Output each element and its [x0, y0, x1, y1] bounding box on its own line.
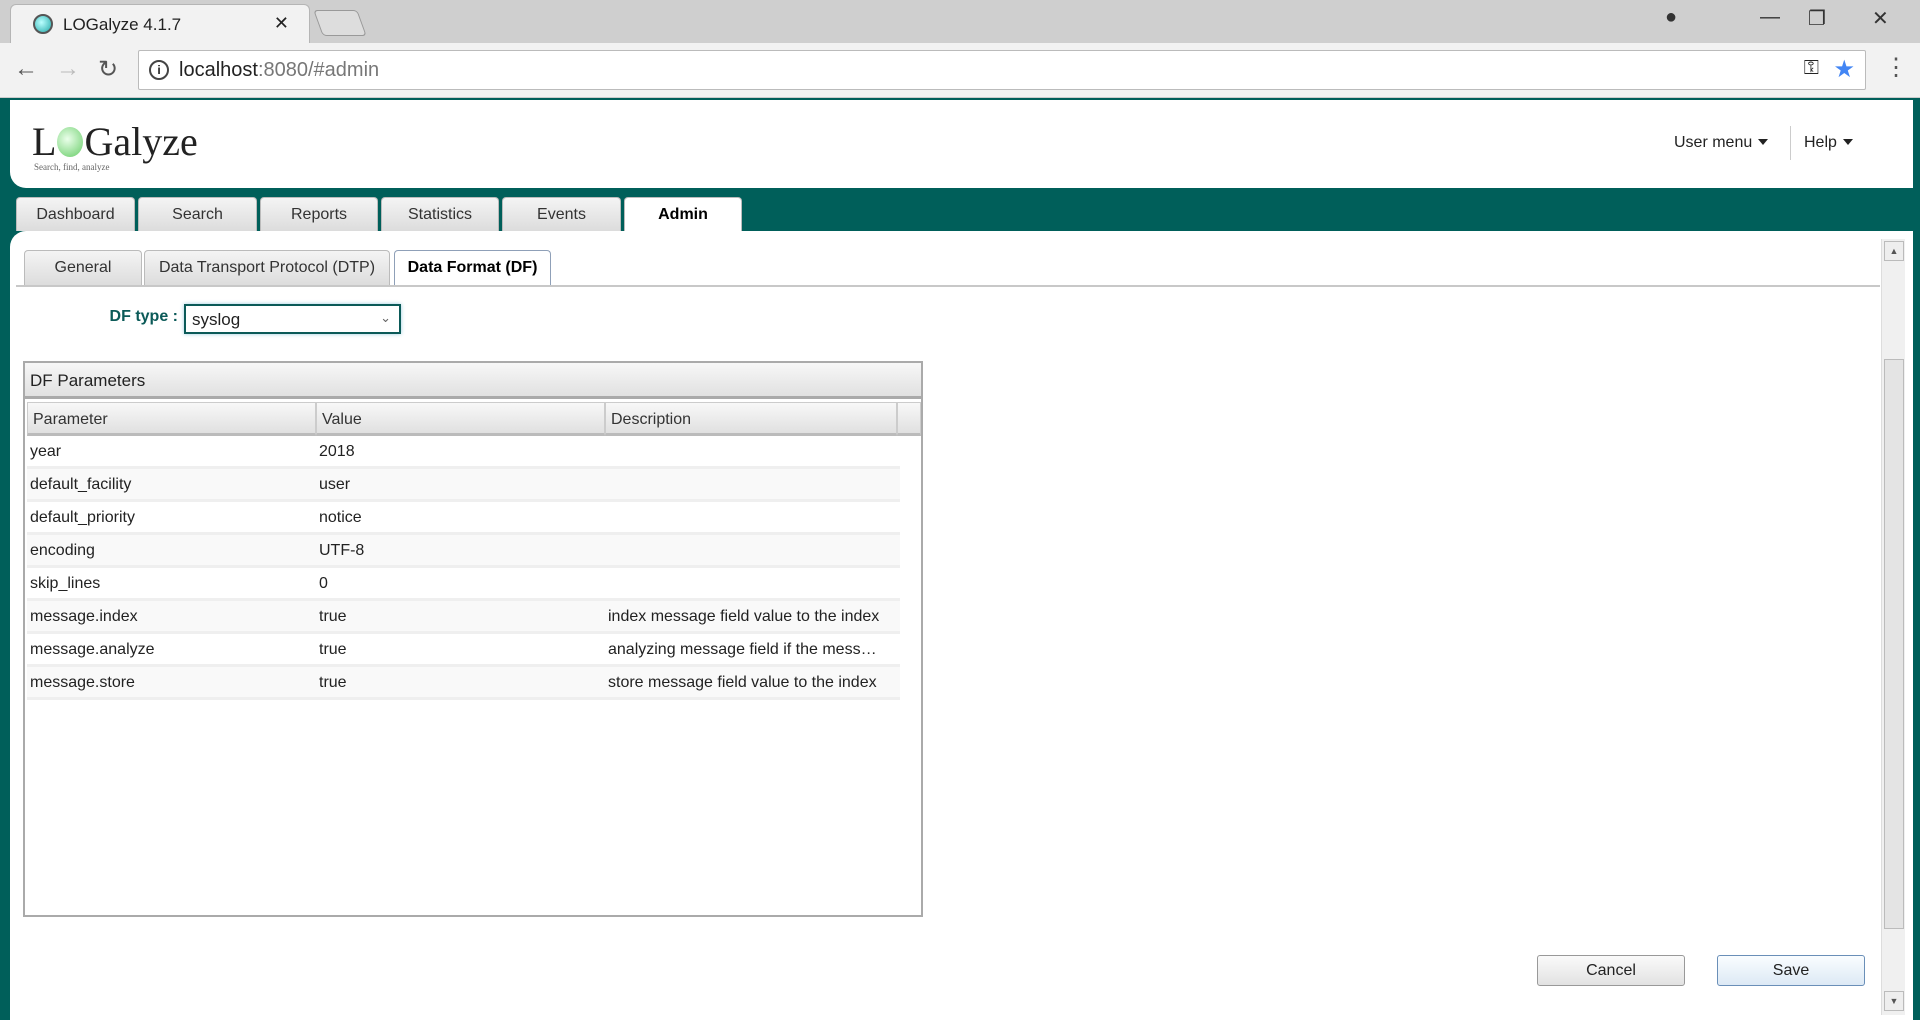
table-row[interactable]: message.analyze true analyzing message fie… [27, 634, 900, 667]
close-window-icon[interactable]: ✕ [1872, 6, 1889, 31]
key-icon[interactable]: ⚿ [1804, 57, 1819, 80]
cell-parameter: skip_lines [30, 575, 101, 592]
cell-value: true [319, 674, 347, 691]
cell-value: 0 [319, 575, 328, 592]
divider [1790, 126, 1791, 160]
column-header-value[interactable]: Value [316, 402, 605, 436]
table-row[interactable]: default_priority notice [27, 502, 900, 535]
column-header-parameter[interactable]: Parameter [27, 402, 316, 436]
profile-icon[interactable]: ● [1665, 6, 1677, 29]
logo-text: L [32, 119, 57, 164]
browser-tab[interactable]: LOGalyze 4.1.7 ✕ [10, 4, 310, 44]
logo-o-icon [57, 127, 84, 157]
caret-down-icon [1758, 139, 1769, 145]
user-menu-label: User menu [1674, 134, 1753, 151]
df-parameters-panel: DF Parameters Parameter Value Descriptio… [23, 361, 923, 917]
help-label: Help [1804, 134, 1837, 151]
df-type-value: syslog [192, 310, 241, 329]
app-header: L Galyze Search, find, analyze User menu … [10, 100, 1913, 188]
cell-parameter: encoding [30, 542, 95, 559]
df-type-select[interactable]: syslog ⌄ [184, 304, 401, 334]
subtab-df[interactable]: Data Format (DF) [394, 250, 551, 286]
browser-tab-strip: LOGalyze 4.1.7 ✕ ● — ❐ ✕ [0, 0, 1920, 44]
cell-parameter: message.index [30, 608, 138, 625]
new-tab-button[interactable] [313, 10, 367, 36]
restore-icon[interactable]: ❐ [1808, 6, 1826, 31]
cell-parameter: message.store [30, 674, 135, 691]
cancel-button[interactable]: Cancel [1537, 955, 1685, 986]
column-header-description[interactable]: Description [605, 402, 897, 436]
cell-parameter: message.analyze [30, 641, 155, 658]
cell-description: analyzing message field if the mess… [608, 641, 877, 658]
table-row[interactable]: default_facility user [27, 469, 900, 502]
tab-admin[interactable]: Admin [624, 197, 742, 231]
scroll-down-icon[interactable]: ▼ [1884, 991, 1904, 1011]
panel-title: DF Parameters [25, 363, 921, 399]
cell-description: index message field value to the index [608, 608, 880, 625]
tab-search[interactable]: Search [138, 197, 257, 231]
tab-events[interactable]: Events [502, 197, 621, 231]
tagline: Search, find, analyze [34, 162, 110, 172]
url-path: :8080/#admin [257, 59, 380, 81]
cell-parameter: default_facility [30, 476, 132, 493]
address-bar-area: ← → ↻ i localhost:8080/#admin ⚿ ★ ⋮ [0, 43, 1920, 98]
subtab-dtp[interactable]: Data Transport Protocol (DTP) [144, 250, 390, 286]
table-row[interactable]: encoding UTF-8 [27, 535, 900, 568]
table-row[interactable]: message.store true store message field val… [27, 667, 900, 700]
table-row[interactable]: message.index true index message field val… [27, 601, 900, 634]
forward-icon[interactable]: → [56, 55, 80, 83]
minimize-icon[interactable]: — [1760, 6, 1780, 29]
table-row[interactable]: skip_lines 0 [27, 568, 900, 601]
cell-value: notice [319, 509, 362, 526]
menu-icon[interactable]: ⋮ [1884, 53, 1908, 82]
info-icon[interactable]: i [149, 60, 169, 80]
cell-parameter: default_priority [30, 509, 135, 526]
back-icon[interactable]: ← [14, 55, 38, 83]
logo: L Galyze [32, 118, 198, 165]
url-input[interactable]: i localhost:8080/#admin ⚿ ★ [138, 50, 1866, 90]
reload-icon[interactable]: ↻ [98, 55, 118, 84]
scrollbar-thumb[interactable] [1884, 359, 1904, 929]
column-header-spacer [897, 402, 921, 436]
table-row[interactable]: year 2018 [27, 436, 900, 469]
cell-value: true [319, 641, 347, 658]
cell-description: store message field value to the index [608, 674, 877, 691]
close-tab-icon[interactable]: ✕ [274, 13, 289, 34]
page-scrollbar[interactable]: ▲ ▼ [1881, 239, 1905, 1015]
caret-down-icon [1842, 139, 1853, 145]
star-icon[interactable]: ★ [1833, 55, 1855, 84]
logo-text: Galyze [84, 119, 198, 164]
tab-title: LOGalyze 4.1.7 [63, 15, 182, 34]
df-type-label: DF type : [109, 308, 178, 325]
subtab-divider [16, 285, 1880, 287]
save-button[interactable]: Save [1717, 955, 1865, 986]
url-host: localhost [179, 59, 258, 81]
chevron-down-icon: ⌄ [380, 310, 391, 325]
user-menu[interactable]: User menu [1674, 134, 1769, 152]
scroll-up-icon[interactable]: ▲ [1884, 241, 1904, 261]
cell-value: user [319, 476, 351, 493]
cell-value: 2018 [319, 443, 355, 460]
help-menu[interactable]: Help [1804, 134, 1853, 152]
tab-dashboard[interactable]: Dashboard [16, 197, 135, 231]
cell-value: true [319, 608, 347, 625]
tab-statistics[interactable]: Statistics [381, 197, 499, 231]
cell-parameter: year [30, 443, 62, 460]
favicon-icon [33, 14, 53, 34]
cell-value: UTF-8 [319, 542, 365, 559]
subtab-general[interactable]: General [24, 250, 142, 286]
tab-reports[interactable]: Reports [260, 197, 378, 231]
